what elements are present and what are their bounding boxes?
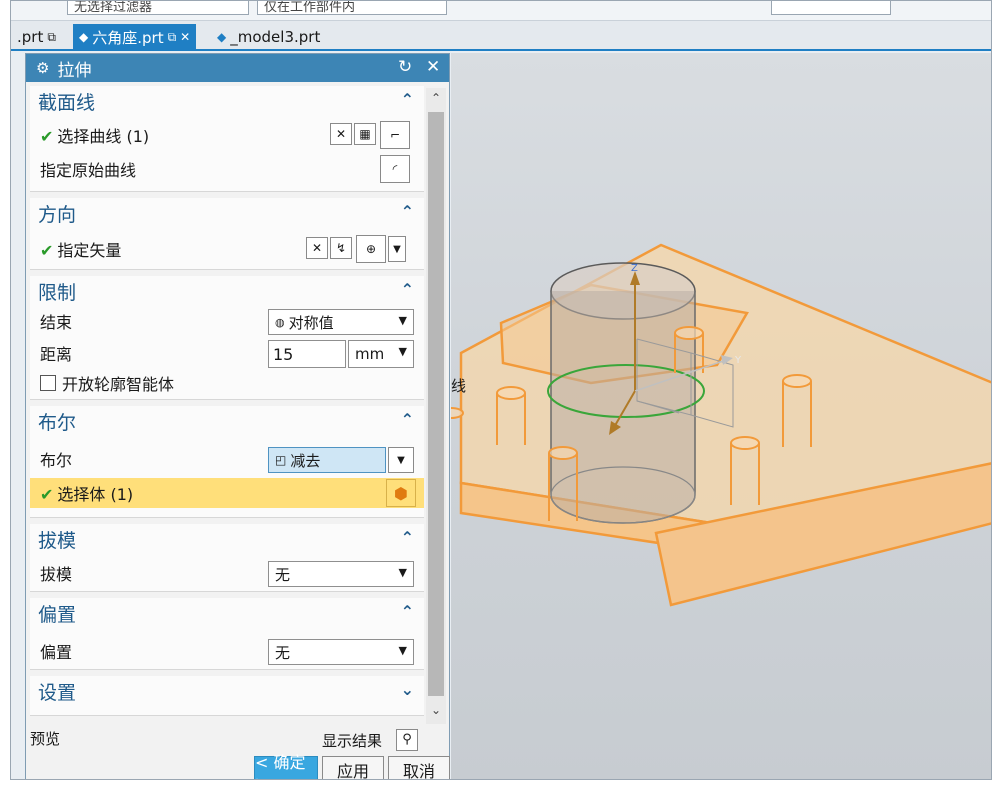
- limits-header[interactable]: 限制 ⌃: [30, 276, 424, 306]
- origin-curve-row[interactable]: 指定原始曲线 ◜: [30, 154, 424, 184]
- collapse-icon[interactable]: ⌃: [401, 410, 414, 429]
- collapse-icon[interactable]: ⌃: [401, 90, 414, 109]
- ok-button[interactable]: < 确定 >: [254, 753, 318, 779]
- offset-group: 偏置 ⌃ 偏置 无 ▼: [30, 598, 424, 670]
- reverse-direction-icon[interactable]: ✕: [306, 237, 328, 259]
- settings-header[interactable]: 设置 ⌄: [30, 676, 424, 706]
- direction-header[interactable]: 方向 ⌃: [30, 198, 424, 228]
- vector-type-icon[interactable]: ⊕: [356, 235, 386, 263]
- selection-filter-combo[interactable]: 无选择过滤器: [67, 1, 249, 15]
- axis-y-label: Y: [734, 355, 742, 366]
- body-cube-icon[interactable]: ⬢: [386, 479, 416, 507]
- draft-select[interactable]: 无 ▼: [268, 561, 414, 587]
- scroll-thumb[interactable]: [428, 112, 444, 696]
- vector-dialog-icon[interactable]: ↯: [330, 237, 352, 259]
- vector-type-dropdown[interactable]: ▼: [388, 236, 406, 262]
- selection-scope-combo[interactable]: 仅在工作部件内: [257, 1, 447, 15]
- symmetric-icon: ◍: [275, 315, 285, 329]
- tab-link-icon: ⧉: [167, 29, 177, 44]
- top-toolbar: 无选择过滤器 仅在工作部件内: [11, 1, 991, 21]
- dialog-scrollbar[interactable]: ⌃ ⌄: [426, 88, 446, 724]
- boolean-row: 布尔 ◰ 减去 ▼: [30, 444, 424, 474]
- gear-icon: ⚙: [36, 59, 50, 77]
- subtract-icon: ◰: [275, 453, 287, 467]
- reset-icon[interactable]: ↻: [398, 57, 412, 77]
- section-curve-header[interactable]: 截面线 ⌃: [30, 86, 424, 116]
- part-icon: ◆: [217, 30, 227, 44]
- tab-hex-seat[interactable]: ◆ 六角座.prt ⧉ ✕: [73, 24, 197, 50]
- collapse-icon[interactable]: ⌃: [401, 202, 414, 221]
- sketch-icon[interactable]: ▦: [354, 123, 376, 145]
- model-view: Z Y: [451, 243, 991, 607]
- chevron-down-icon: ▼: [398, 314, 407, 327]
- chevron-down-icon[interactable]: ▼: [388, 447, 414, 473]
- side-label: 线: [451, 377, 467, 395]
- part-icon: ◆: [79, 30, 89, 44]
- collapse-icon[interactable]: ⌃: [401, 280, 414, 299]
- dialog-title-bar: ⚙ 拉伸 ↻ ✕: [26, 54, 449, 82]
- end-row: 结束 ◍ 对称值 ▼: [30, 306, 424, 336]
- expand-icon[interactable]: ⌄: [401, 680, 414, 699]
- boolean-select[interactable]: ◰ 减去: [268, 447, 386, 473]
- extrude-dialog: ⚙ 拉伸 ↻ ✕ 截面线 ⌃ ✔ 选择曲线 (1) ✕ ▦ ⌐ 指定原始曲线 ◜…: [25, 53, 450, 779]
- tab-model3[interactable]: ◆ _model3.prt: [211, 24, 326, 50]
- axis-z-label: Z: [631, 263, 638, 274]
- preview-label: 预览: [30, 730, 61, 748]
- draft-group: 拔模 ⌃ 拔模 无 ▼: [30, 524, 424, 592]
- tab-prt[interactable]: .prt ⧉: [11, 24, 62, 50]
- end-type-select[interactable]: ◍ 对称值 ▼: [268, 309, 414, 335]
- curve-select-icon[interactable]: ⌐: [380, 121, 410, 149]
- tab-link-icon: ⧉: [47, 29, 56, 44]
- check-icon: ✔: [40, 127, 54, 146]
- section-curve-group: 截面线 ⌃ ✔ 选择曲线 (1) ✕ ▦ ⌐ 指定原始曲线 ◜: [30, 86, 424, 192]
- boolean-header[interactable]: 布尔 ⌃: [30, 406, 424, 436]
- file-tab-bar: .prt ⧉ ◆ 六角座.prt ⧉ ✕ ◆ _model3.prt: [11, 21, 991, 51]
- unit-select[interactable]: mm ▼: [348, 340, 414, 368]
- cylinder-body: [550, 291, 696, 524]
- offset-select[interactable]: 无 ▼: [268, 639, 414, 665]
- collapse-icon[interactable]: ⌃: [401, 602, 414, 621]
- select-curve-row[interactable]: ✔ 选择曲线 (1) ✕ ▦ ⌐: [30, 120, 424, 150]
- toolbar-combo-right[interactable]: [771, 1, 891, 15]
- cancel-button[interactable]: 取消: [388, 756, 450, 779]
- origin-curve-icon[interactable]: ◜: [380, 155, 410, 183]
- search-icon[interactable]: ⚲: [396, 729, 418, 751]
- offset-row: 偏置 无 ▼: [30, 636, 424, 666]
- select-body-row[interactable]: ✔ 选择体 (1) ⬢: [30, 478, 424, 508]
- graphics-viewport[interactable]: Z Y 线: [451, 53, 991, 779]
- check-icon: ✔: [40, 485, 54, 504]
- chevron-down-icon: ▼: [398, 644, 407, 657]
- deselect-icon[interactable]: ✕: [330, 123, 352, 145]
- check-icon: ✔: [40, 241, 54, 260]
- show-result-label[interactable]: 显示结果: [322, 730, 382, 751]
- dialog-title: 拉伸: [57, 60, 92, 81]
- offset-header[interactable]: 偏置 ⌃: [30, 598, 424, 628]
- apply-button[interactable]: 应用: [322, 756, 384, 779]
- scroll-up-icon[interactable]: ⌃: [426, 88, 446, 108]
- settings-group: 设置 ⌄: [30, 676, 424, 716]
- chevron-down-icon: ▼: [398, 566, 407, 579]
- scroll-down-icon[interactable]: ⌄: [426, 700, 446, 720]
- draft-row: 拔模 无 ▼: [30, 558, 424, 588]
- close-icon[interactable]: ✕: [180, 30, 190, 44]
- app-window: 无选择过滤器 仅在工作部件内 .prt ⧉ ◆ 六角座.prt ⧉ ✕ ◆ _m…: [10, 0, 992, 780]
- direction-group: 方向 ⌃ ✔ 指定矢量 ✕ ↯ ⊕ ▼: [30, 198, 424, 270]
- dialog-footer: 预览 显示结果 ⚲ < 确定 > 应用 取消: [26, 726, 450, 779]
- distance-input[interactable]: 15: [268, 340, 346, 368]
- open-profile-checkbox[interactable]: [40, 375, 56, 391]
- collapse-icon[interactable]: ⌃: [401, 528, 414, 547]
- close-icon[interactable]: ✕: [426, 57, 440, 77]
- distance-row: 距离 15 mm ▼: [30, 338, 424, 368]
- dialog-body: 截面线 ⌃ ✔ 选择曲线 (1) ✕ ▦ ⌐ 指定原始曲线 ◜ 方向 ⌃ ✔ 指…: [30, 86, 424, 726]
- chevron-down-icon: ▼: [398, 345, 407, 358]
- vector-row[interactable]: ✔ 指定矢量 ✕ ↯ ⊕ ▼: [30, 234, 424, 264]
- draft-header[interactable]: 拔模 ⌃: [30, 524, 424, 554]
- limits-group: 限制 ⌃ 结束 ◍ 对称值 ▼ 距离 15 mm ▼ 开放轮廓智能体: [30, 276, 424, 400]
- open-profile-row[interactable]: 开放轮廓智能体: [30, 368, 424, 398]
- boolean-group: 布尔 ⌃ 布尔 ◰ 减去 ▼ ✔ 选择体 (1) ⬢: [30, 406, 424, 518]
